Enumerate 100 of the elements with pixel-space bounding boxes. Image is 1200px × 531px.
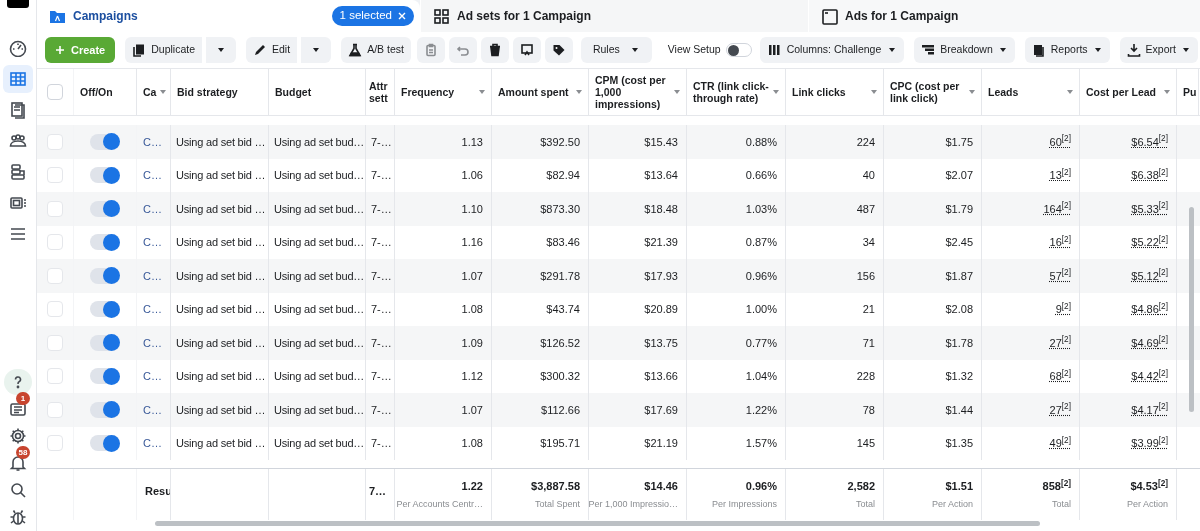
campaign-link[interactable]: C… [143, 267, 162, 284]
table-cell[interactable]: $5.33$^{[2]}$ [1131, 200, 1168, 217]
column-header[interactable]: CPM (cost per 1,000 impressions) [595, 74, 670, 110]
checkbox[interactable] [47, 167, 63, 184]
export-button[interactable]: Export [1119, 37, 1198, 63]
table-cell-text: $1.87 [945, 268, 973, 284]
campaign-link[interactable]: C… [143, 368, 162, 385]
table-cell-text: $43.74 [546, 302, 580, 317]
toggle-switch[interactable] [90, 267, 120, 284]
table-cell[interactable]: 68$^{[2]}$ [1049, 368, 1071, 385]
checkbox[interactable] [47, 368, 63, 385]
bug-icon [9, 508, 27, 526]
toggle-switch[interactable] [90, 133, 120, 150]
toggle-switch[interactable] [90, 401, 120, 418]
table-cell[interactable]: $4.86$^{[2]}$ [1131, 301, 1168, 318]
checkbox[interactable] [47, 334, 63, 351]
column-header[interactable]: Pu [1183, 86, 1197, 98]
table-cell[interactable]: 27$^{[2]}$ [1049, 401, 1071, 418]
campaign-link[interactable]: C… [143, 334, 162, 351]
edit-button[interactable]: Edit [246, 37, 298, 63]
table-cell[interactable]: $4.17$^{[2]}$ [1131, 401, 1168, 418]
campaign-link[interactable]: C… [143, 133, 162, 150]
campaign-link[interactable]: C… [143, 234, 162, 251]
table-cell[interactable]: $4.69$^{[2]}$ [1131, 334, 1168, 351]
breakdown-button[interactable]: Breakdown [914, 37, 1015, 63]
duplicate-button[interactable]: Duplicate [125, 37, 203, 63]
toggle-switch[interactable] [90, 200, 120, 217]
table-cell-text: 156 [856, 268, 875, 284]
table-cell-text: Using ad set bid … [176, 402, 266, 418]
column-header[interactable]: Bid strategy [177, 86, 264, 98]
horizontal-scrollbar[interactable] [155, 521, 1040, 526]
toggle-switch[interactable] [90, 334, 120, 351]
rules-button[interactable]: Rules [580, 37, 652, 63]
table-cell[interactable]: 9$^{[2]}$ [1055, 301, 1071, 318]
toggle-switch[interactable] [90, 368, 120, 385]
ab-test-button[interactable]: A/B test [341, 37, 411, 63]
table-cell[interactable]: 49$^{[2]}$ [1049, 435, 1071, 452]
bell-icon [9, 454, 27, 472]
checkbox[interactable] [47, 435, 63, 452]
sidebar-item[interactable] [4, 369, 32, 395]
column-header[interactable]: Leads [988, 86, 1063, 98]
table-cell[interactable]: 60$^{[2]}$ [1049, 133, 1071, 150]
columns-button[interactable]: Columns: Challenge [759, 37, 905, 63]
column-header[interactable]: Off/On [80, 86, 132, 98]
table-cell[interactable]: $5.12$^{[2]}$ [1131, 267, 1168, 284]
table-cell[interactable]: 13$^{[2]}$ [1049, 167, 1071, 184]
campaign-link[interactable]: C… [143, 167, 162, 184]
column-header[interactable]: Ca [143, 86, 157, 98]
table-cell[interactable]: $6.38$^{[2]}$ [1131, 167, 1168, 184]
table-cell[interactable]: 57$^{[2]}$ [1049, 267, 1071, 284]
column-header[interactable]: Budget [275, 86, 361, 98]
table-cell[interactable]: 164$^{[2]}$ [1043, 200, 1071, 217]
campaign-link[interactable]: C… [143, 435, 162, 452]
table-cell[interactable]: $3.99$^{[2]}$ [1131, 435, 1168, 452]
checkbox[interactable] [47, 267, 63, 284]
campaign-link[interactable]: C… [143, 200, 162, 217]
toolbar-button[interactable] [480, 37, 509, 63]
selection-chip[interactable]: 1 selected [331, 6, 414, 26]
checkbox[interactable] [47, 401, 63, 418]
checkbox[interactable] [47, 133, 63, 150]
table-cell[interactable]: $6.54$^{[2]}$ [1131, 133, 1168, 150]
view-setup-label: View Setup [667, 42, 721, 58]
table-cell-text: Using ad set bid … [176, 335, 266, 351]
toggle-switch[interactable] [90, 301, 120, 318]
toggle-switch[interactable] [90, 435, 120, 452]
campaign-link[interactable]: C… [143, 301, 162, 318]
table-cell[interactable]: 16$^{[2]}$ [1049, 234, 1071, 251]
tab[interactable]: Campaigns 1 selected [37, 0, 420, 32]
column-header[interactable]: Attr sett [369, 80, 394, 104]
sidebar-item[interactable] [3, 65, 33, 93]
column-header[interactable]: CPC (cost per link click) [890, 80, 965, 104]
table-cell-text: $195.71 [540, 436, 580, 451]
column-header[interactable]: Link clicks [792, 86, 867, 98]
reports-button[interactable]: Reports [1024, 37, 1110, 63]
view-setup-switch[interactable] [725, 43, 752, 57]
toolbar-button[interactable] [544, 37, 573, 63]
table-cell[interactable]: 27$^{[2]}$ [1049, 334, 1071, 351]
checkbox[interactable] [47, 84, 63, 100]
tag-icon [551, 43, 566, 57]
toggle-switch[interactable] [90, 167, 120, 184]
table-cell[interactable]: $4.42$^{[2]}$ [1131, 368, 1168, 385]
checkbox[interactable] [47, 301, 63, 318]
column-header[interactable]: CTR (link click-through rate) [693, 80, 769, 104]
toolbar-button[interactable] [512, 37, 541, 63]
table-cell-text: $15.43 [644, 134, 678, 150]
vertical-scrollbar[interactable] [1189, 207, 1194, 412]
column-header[interactable]: Frequency [401, 86, 475, 98]
checkbox[interactable] [47, 234, 63, 251]
table-cell-text: 0.88% [745, 134, 777, 150]
campaign-link[interactable]: C… [143, 401, 162, 418]
toggle-switch[interactable] [90, 234, 120, 251]
tab[interactable]: Ads for 1 Campaign [808, 0, 1200, 32]
close-icon [398, 12, 406, 20]
checkbox[interactable] [47, 200, 63, 217]
column-header[interactable]: Amount spent [498, 86, 572, 98]
undo-icon [455, 43, 470, 57]
tab[interactable]: Ad sets for 1 Campaign [420, 0, 808, 32]
column-header[interactable]: Cost per Lead [1086, 86, 1160, 98]
table-cell-text: 1.06 [461, 168, 483, 183]
table-cell[interactable]: $5.22$^{[2]}$ [1131, 234, 1168, 251]
